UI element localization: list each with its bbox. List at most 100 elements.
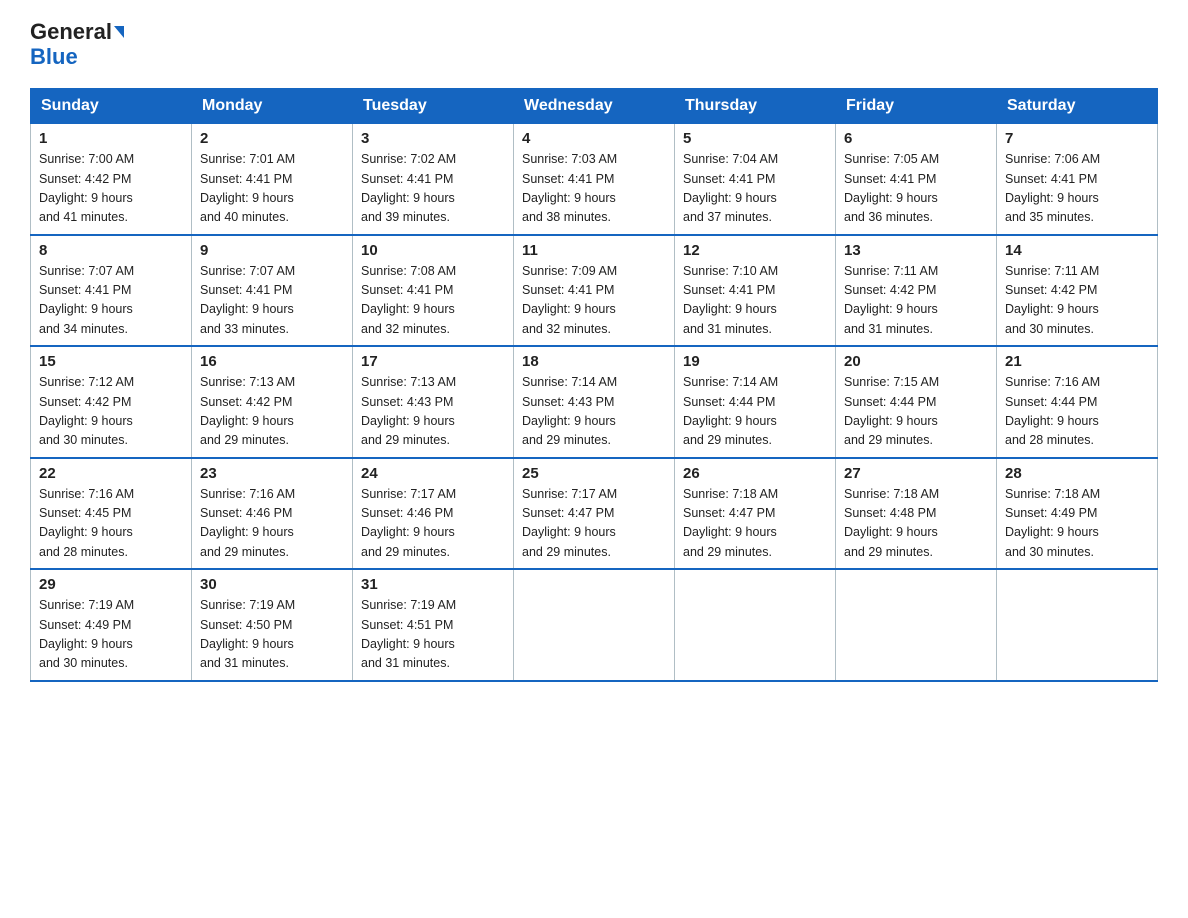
calendar-cell: 16Sunrise: 7:13 AMSunset: 4:42 PMDayligh… — [192, 346, 353, 458]
day-info: Sunrise: 7:14 AMSunset: 4:44 PMDaylight:… — [683, 373, 827, 451]
calendar-cell: 23 Sunrise: 7:16 AMSunset: 4:46 PMDayligh… — [192, 458, 353, 570]
day-info: Sunrise: 7:13 AMSunset: 4:43 PMDaylight:… — [361, 373, 505, 451]
day-number: 2 — [200, 130, 344, 147]
day-number: 19 — [683, 353, 827, 370]
day-number: 3 — [361, 130, 505, 147]
day-info: Sunrise: 7:16 AMSunset: 4:45 PMDaylight:… — [39, 485, 183, 563]
day-info: Sunrise: 7:16 AMSunset: 4:46 PMDaylight:… — [200, 485, 344, 563]
day-number: 12 — [683, 242, 827, 259]
week-row-4: 22 Sunrise: 7:16 AMSunset: 4:45 PMDayligh… — [31, 458, 1158, 570]
calendar-cell: 11 Sunrise: 7:09 AMSunset: 4:41 PMDayligh… — [514, 235, 675, 347]
calendar-cell: 18 Sunrise: 7:14 AMSunset: 4:43 PMDayligh… — [514, 346, 675, 458]
calendar-cell: 31 Sunrise: 7:19 AMSunset: 4:51 PMDayligh… — [353, 569, 514, 681]
weekday-header-wednesday: Wednesday — [514, 89, 675, 124]
day-number: 26 — [683, 465, 827, 482]
weekday-header-sunday: Sunday — [31, 89, 192, 124]
day-info: Sunrise: 7:13 AMSunset: 4:42 PMDaylight:… — [200, 373, 344, 451]
calendar-cell: 2 Sunrise: 7:01 AMSunset: 4:41 PMDaylight… — [192, 124, 353, 235]
weekday-header-thursday: Thursday — [675, 89, 836, 124]
day-info: Sunrise: 7:17 AMSunset: 4:47 PMDaylight:… — [522, 485, 666, 563]
calendar-cell: 28 Sunrise: 7:18 AMSunset: 4:49 PMDayligh… — [997, 458, 1158, 570]
day-info: Sunrise: 7:10 AMSunset: 4:41 PMDaylight:… — [683, 262, 827, 340]
weekday-header-tuesday: Tuesday — [353, 89, 514, 124]
day-info: Sunrise: 7:18 AMSunset: 4:47 PMDaylight:… — [683, 485, 827, 563]
calendar-cell: 14 Sunrise: 7:11 AMSunset: 4:42 PMDayligh… — [997, 235, 1158, 347]
day-info: Sunrise: 7:05 AMSunset: 4:41 PMDaylight:… — [844, 150, 988, 228]
calendar-table: SundayMondayTuesdayWednesdayThursdayFrid… — [30, 88, 1158, 682]
calendar-cell: 19 Sunrise: 7:14 AMSunset: 4:44 PMDayligh… — [675, 346, 836, 458]
day-info: Sunrise: 7:14 AMSunset: 4:43 PMDaylight:… — [522, 373, 666, 451]
day-number: 21 — [1005, 353, 1149, 370]
calendar-cell: 6 Sunrise: 7:05 AMSunset: 4:41 PMDaylight… — [836, 124, 997, 235]
day-info: Sunrise: 7:18 AMSunset: 4:48 PMDaylight:… — [844, 485, 988, 563]
calendar-cell: 7Sunrise: 7:06 AMSunset: 4:41 PMDaylight… — [997, 124, 1158, 235]
week-row-2: 8 Sunrise: 7:07 AMSunset: 4:41 PMDaylight… — [31, 235, 1158, 347]
day-number: 8 — [39, 242, 183, 259]
calendar-cell: 5 Sunrise: 7:04 AMSunset: 4:41 PMDaylight… — [675, 124, 836, 235]
day-info: Sunrise: 7:02 AMSunset: 4:41 PMDaylight:… — [361, 150, 505, 228]
day-number: 31 — [361, 576, 505, 593]
calendar-cell: 30Sunrise: 7:19 AMSunset: 4:50 PMDayligh… — [192, 569, 353, 681]
day-info: Sunrise: 7:07 AMSunset: 4:41 PMDaylight:… — [200, 262, 344, 340]
day-number: 25 — [522, 465, 666, 482]
calendar-cell: 15 Sunrise: 7:12 AMSunset: 4:42 PMDayligh… — [31, 346, 192, 458]
calendar-cell — [997, 569, 1158, 681]
day-number: 6 — [844, 130, 988, 147]
day-number: 22 — [39, 465, 183, 482]
day-number: 14 — [1005, 242, 1149, 259]
day-info: Sunrise: 7:03 AMSunset: 4:41 PMDaylight:… — [522, 150, 666, 228]
day-info: Sunrise: 7:19 AMSunset: 4:49 PMDaylight:… — [39, 596, 183, 674]
calendar-cell: 27Sunrise: 7:18 AMSunset: 4:48 PMDayligh… — [836, 458, 997, 570]
day-info: Sunrise: 7:11 AMSunset: 4:42 PMDaylight:… — [844, 262, 988, 340]
calendar-cell: 25 Sunrise: 7:17 AMSunset: 4:47 PMDayligh… — [514, 458, 675, 570]
day-number: 11 — [522, 242, 666, 259]
day-info: Sunrise: 7:15 AMSunset: 4:44 PMDaylight:… — [844, 373, 988, 451]
day-number: 28 — [1005, 465, 1149, 482]
day-info: Sunrise: 7:12 AMSunset: 4:42 PMDaylight:… — [39, 373, 183, 451]
calendar-cell: 13Sunrise: 7:11 AMSunset: 4:42 PMDayligh… — [836, 235, 997, 347]
day-info: Sunrise: 7:18 AMSunset: 4:49 PMDaylight:… — [1005, 485, 1149, 563]
logo: General Blue — [30, 20, 124, 70]
calendar-cell — [836, 569, 997, 681]
day-info: Sunrise: 7:06 AMSunset: 4:41 PMDaylight:… — [1005, 150, 1149, 228]
day-info: Sunrise: 7:08 AMSunset: 4:41 PMDaylight:… — [361, 262, 505, 340]
day-number: 9 — [200, 242, 344, 259]
day-number: 24 — [361, 465, 505, 482]
day-info: Sunrise: 7:04 AMSunset: 4:41 PMDaylight:… — [683, 150, 827, 228]
calendar-cell: 9 Sunrise: 7:07 AMSunset: 4:41 PMDaylight… — [192, 235, 353, 347]
day-number: 15 — [39, 353, 183, 370]
calendar-cell: 8 Sunrise: 7:07 AMSunset: 4:41 PMDaylight… — [31, 235, 192, 347]
day-info: Sunrise: 7:17 AMSunset: 4:46 PMDaylight:… — [361, 485, 505, 563]
day-number: 17 — [361, 353, 505, 370]
weekday-header-saturday: Saturday — [997, 89, 1158, 124]
day-info: Sunrise: 7:11 AMSunset: 4:42 PMDaylight:… — [1005, 262, 1149, 340]
calendar-cell: 29 Sunrise: 7:19 AMSunset: 4:49 PMDayligh… — [31, 569, 192, 681]
calendar-cell: 26 Sunrise: 7:18 AMSunset: 4:47 PMDayligh… — [675, 458, 836, 570]
calendar-cell: 22 Sunrise: 7:16 AMSunset: 4:45 PMDayligh… — [31, 458, 192, 570]
day-info: Sunrise: 7:00 AMSunset: 4:42 PMDaylight:… — [39, 150, 183, 228]
week-row-5: 29 Sunrise: 7:19 AMSunset: 4:49 PMDayligh… — [31, 569, 1158, 681]
day-number: 5 — [683, 130, 827, 147]
calendar-cell: 10 Sunrise: 7:08 AMSunset: 4:41 PMDayligh… — [353, 235, 514, 347]
day-number: 29 — [39, 576, 183, 593]
calendar-cell: 20 Sunrise: 7:15 AMSunset: 4:44 PMDayligh… — [836, 346, 997, 458]
day-number: 4 — [522, 130, 666, 147]
day-info: Sunrise: 7:09 AMSunset: 4:41 PMDaylight:… — [522, 262, 666, 340]
calendar-cell: 12 Sunrise: 7:10 AMSunset: 4:41 PMDayligh… — [675, 235, 836, 347]
calendar-cell: 17 Sunrise: 7:13 AMSunset: 4:43 PMDayligh… — [353, 346, 514, 458]
day-number: 18 — [522, 353, 666, 370]
day-info: Sunrise: 7:16 AMSunset: 4:44 PMDaylight:… — [1005, 373, 1149, 451]
day-number: 20 — [844, 353, 988, 370]
logo-arrow-icon — [114, 26, 124, 38]
day-info: Sunrise: 7:19 AMSunset: 4:50 PMDaylight:… — [200, 596, 344, 674]
day-info: Sunrise: 7:19 AMSunset: 4:51 PMDaylight:… — [361, 596, 505, 674]
logo-blue: Blue — [30, 44, 78, 70]
day-number: 10 — [361, 242, 505, 259]
day-info: Sunrise: 7:07 AMSunset: 4:41 PMDaylight:… — [39, 262, 183, 340]
day-info: Sunrise: 7:01 AMSunset: 4:41 PMDaylight:… — [200, 150, 344, 228]
calendar-cell: 1Sunrise: 7:00 AMSunset: 4:42 PMDaylight… — [31, 124, 192, 235]
day-number: 23 — [200, 465, 344, 482]
calendar-cell: 21 Sunrise: 7:16 AMSunset: 4:44 PMDayligh… — [997, 346, 1158, 458]
week-row-3: 15 Sunrise: 7:12 AMSunset: 4:42 PMDayligh… — [31, 346, 1158, 458]
calendar-cell — [675, 569, 836, 681]
